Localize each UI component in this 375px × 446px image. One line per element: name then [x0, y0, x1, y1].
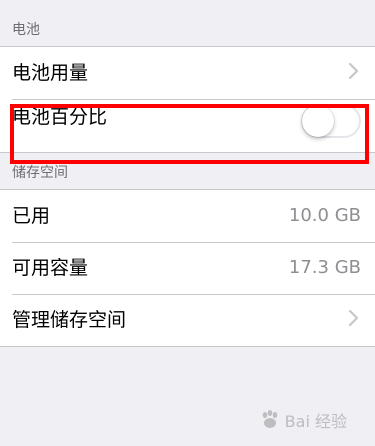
toggle-knob	[302, 104, 334, 137]
manage-storage-row[interactable]: 管理储存空间	[0, 294, 375, 346]
baidu-jingyan-watermark: Bai 经验	[259, 408, 347, 432]
storage-available-label: 可用容量	[12, 257, 89, 279]
chevron-right-icon	[347, 62, 361, 84]
battery-section-header: 电池	[12, 22, 40, 38]
storage-used-value: 10.0 GB	[288, 205, 361, 226]
battery-usage-label: 电池用量	[12, 62, 89, 84]
storage-available-row: 可用容量 17.3 GB	[0, 242, 375, 294]
manage-storage-label: 管理储存空间	[12, 309, 127, 331]
battery-percentage-label: 电池百分比	[12, 105, 108, 128]
battery-usage-row[interactable]: 电池用量	[0, 47, 375, 99]
storage-available-value: 17.3 GB	[288, 257, 361, 278]
storage-group: 已用 10.0 GB 可用容量 17.3 GB 管理储存空间	[0, 189, 375, 347]
battery-group: 电池用量 电池百分比	[0, 46, 375, 153]
battery-percentage-row: 电池百分比	[0, 99, 375, 152]
chevron-right-icon	[347, 309, 361, 331]
storage-used-row: 已用 10.0 GB	[0, 190, 375, 242]
watermark-text: Bai 经验	[284, 412, 347, 431]
storage-section-header: 储存空间	[12, 165, 68, 181]
paw-logo-icon	[262, 410, 277, 428]
storage-used-label: 已用	[12, 205, 51, 227]
settings-screen: 电池 电池用量 电池百分比 储存空间 已用 10.0 GB 可用容量 17.3 …	[0, 0, 375, 347]
battery-percentage-toggle[interactable]	[301, 103, 361, 138]
